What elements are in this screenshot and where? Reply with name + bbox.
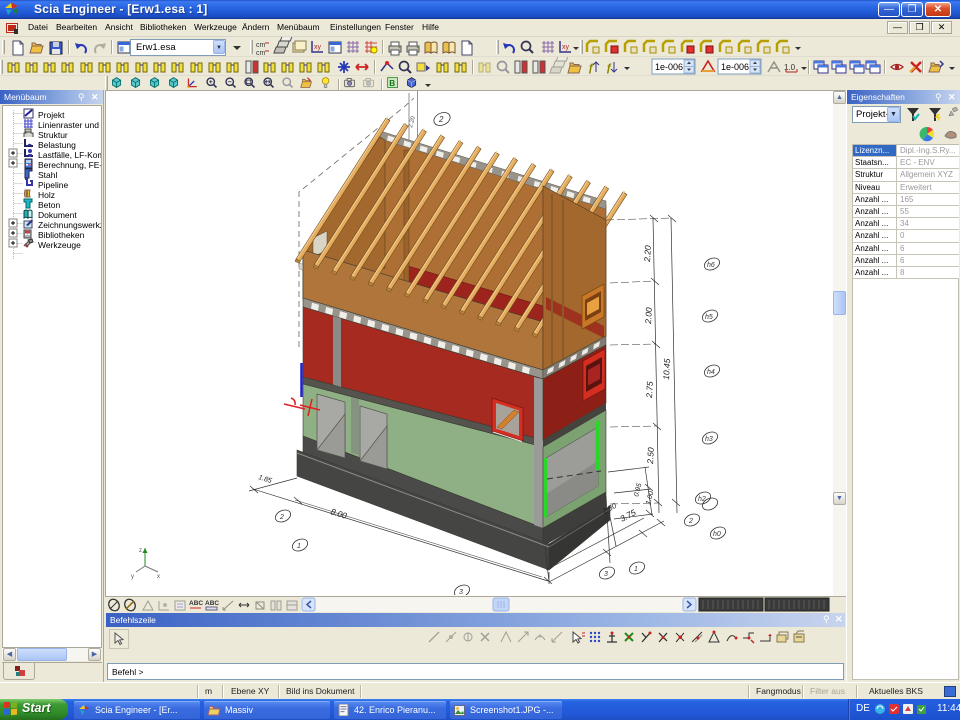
- svg-text:3.75: 3.75: [618, 507, 638, 524]
- svg-text:1.85: 1.85: [257, 474, 272, 485]
- svg-text:2: 2: [438, 115, 444, 124]
- svg-text:2.00: 2.00: [643, 307, 654, 325]
- svg-text:2: 2: [279, 514, 284, 521]
- svg-text:0.95: 0.95: [633, 482, 643, 497]
- svg-text:1.00: 1.00: [645, 490, 655, 505]
- svg-text:2.20: 2.20: [642, 245, 653, 263]
- svg-text:h0: h0: [713, 531, 721, 538]
- svg-text:ABC: ABC: [205, 600, 219, 607]
- svg-text:h3: h3: [705, 436, 713, 443]
- svg-text:2.75: 2.75: [644, 381, 655, 399]
- svg-text:h4: h4: [707, 369, 715, 376]
- svg-text:x: x: [157, 574, 160, 580]
- svg-text:8.00: 8.00: [329, 506, 348, 520]
- svg-text:1: 1: [297, 543, 301, 550]
- svg-text:y: y: [131, 574, 134, 580]
- svg-text:ƒ: ƒ: [606, 62, 612, 74]
- svg-text:ABC: ABC: [189, 600, 203, 607]
- svg-text:h5: h5: [705, 314, 713, 321]
- svg-text:3: 3: [604, 571, 608, 578]
- svg-text:ƒ: ƒ: [588, 62, 594, 74]
- svg-text:h2: h2: [698, 496, 706, 503]
- svg-text:2: 2: [688, 518, 693, 525]
- svg-text:3: 3: [459, 589, 463, 595]
- svg-text:2.20: 2.20: [408, 115, 417, 128]
- svg-text:2.50: 2.50: [645, 447, 656, 465]
- svg-text:10.45: 10.45: [661, 358, 672, 380]
- svg-text:1: 1: [634, 566, 638, 573]
- svg-text:z: z: [139, 548, 142, 554]
- svg-text:h6: h6: [707, 262, 715, 269]
- svg-text:B: B: [389, 79, 395, 88]
